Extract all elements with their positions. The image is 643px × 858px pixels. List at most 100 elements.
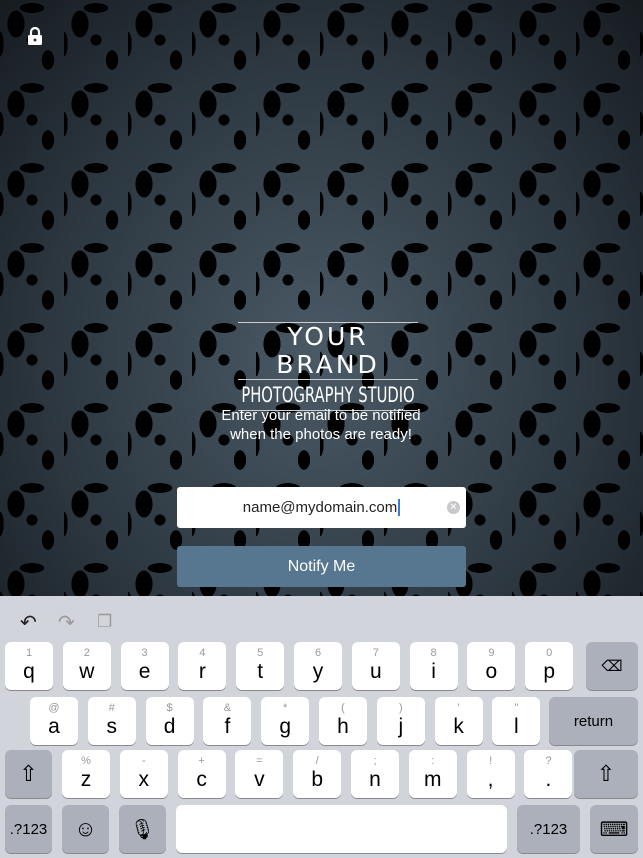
key-h[interactable]: (h: [319, 697, 367, 745]
key-hint: ;: [373, 755, 377, 767]
key-label: c: [196, 768, 207, 791]
key-l[interactable]: " l: [492, 697, 541, 745]
key-label: u: [369, 660, 382, 683]
lock-icon[interactable]: [27, 27, 43, 45]
key-label: s: [106, 715, 118, 738]
brand-logo: YOUR BRAND PHOTOGRAPHY STUDIO: [238, 322, 418, 411]
key-c[interactable]: + c: [177, 750, 226, 798]
numbers-label: .?123: [9, 820, 48, 838]
paste-icon[interactable]: ❐: [97, 612, 112, 632]
key-label: r: [198, 660, 206, 683]
key-hint: ): [398, 702, 403, 714]
key-hint: :: [431, 755, 435, 767]
key-b[interactable]: / b: [293, 750, 342, 798]
return-label: return: [573, 712, 614, 730]
key-m[interactable]: :m: [408, 750, 457, 798]
key-label: i: [431, 660, 436, 683]
emoji-key[interactable]: ☺: [62, 805, 109, 853]
key-label: e: [138, 660, 151, 683]
clear-icon[interactable]: ✕: [447, 501, 460, 514]
key-label: a: [48, 715, 60, 738]
key-k[interactable]: ' k: [434, 697, 483, 745]
key-label: p: [543, 660, 556, 683]
key-hint: ": [514, 702, 519, 714]
key-hint: !: [489, 755, 493, 767]
key-y[interactable]: 6y: [294, 642, 342, 690]
numbers-key-left[interactable]: .?123: [5, 805, 52, 853]
key-label: o: [485, 660, 498, 683]
numbers-key-right[interactable]: .?123: [517, 805, 580, 853]
key-s[interactable]: # s: [87, 697, 136, 745]
key-f[interactable]: & f: [203, 697, 252, 745]
key-hint: $: [166, 702, 173, 714]
key-label: ,: [487, 768, 494, 791]
redo-icon[interactable]: ↷: [58, 610, 75, 635]
key-hint: /: [315, 755, 319, 767]
key-x[interactable]: -x: [119, 750, 168, 798]
key-hint: ?: [545, 755, 552, 767]
key-o[interactable]: 9o: [467, 642, 516, 690]
key-i[interactable]: 8i: [409, 642, 458, 690]
key-hint: 0: [546, 647, 553, 659]
key-.[interactable]: ?.: [524, 750, 573, 798]
key-e[interactable]: 3e: [120, 642, 169, 690]
key-hint: +: [198, 755, 205, 767]
shift-key-right[interactable]: ⇧: [574, 750, 638, 798]
text-cursor: [398, 499, 401, 516]
delete-icon: ⌫: [601, 658, 623, 675]
key-label: y: [312, 660, 324, 683]
key-hint: (: [341, 702, 345, 714]
key-p[interactable]: 0p: [525, 642, 574, 690]
key-hint: ': [457, 702, 460, 714]
key-label: v: [254, 768, 265, 791]
shift-icon: ⇧: [596, 761, 616, 786]
key-hint: =: [256, 755, 263, 767]
key-v[interactable]: = v: [235, 750, 284, 798]
key-hint: %: [81, 755, 91, 767]
dictation-key[interactable]: 🎙: [119, 805, 166, 853]
space-key[interactable]: [176, 805, 507, 853]
key-label: k: [453, 715, 464, 738]
key-hint: #: [108, 702, 115, 714]
email-value: name@mydomain.com: [242, 499, 398, 516]
key-r[interactable]: 4r: [178, 642, 227, 690]
key-t[interactable]: 5t: [236, 642, 285, 690]
dismiss-keyboard-key[interactable]: ⌨: [590, 805, 638, 853]
key-n[interactable]: ; n: [351, 750, 399, 798]
key-hint: 4: [199, 647, 206, 659]
brand-name: YOUR BRAND: [238, 322, 418, 380]
numbers-label: .?123: [529, 820, 568, 838]
keyboard-dismiss-icon: ⌨: [599, 818, 629, 841]
key-hint: 9: [488, 647, 495, 659]
key-q[interactable]: 1q: [5, 642, 53, 690]
delete-key[interactable]: ⌫: [586, 642, 638, 690]
key-label: j: [398, 715, 404, 738]
key-hint: 7: [372, 647, 379, 659]
key-label: f: [224, 715, 231, 738]
return-key[interactable]: return: [549, 697, 638, 745]
email-field[interactable]: name@mydomain.com ✕: [177, 487, 466, 528]
shift-icon: ⇧: [19, 761, 38, 786]
key-g[interactable]: * g: [261, 697, 310, 745]
key-u[interactable]: 7u: [351, 642, 400, 690]
key-hint: @: [48, 702, 60, 714]
key-hint: 8: [430, 647, 437, 659]
key-label: b: [311, 768, 324, 791]
key-label: g: [279, 715, 292, 738]
key-label: z: [80, 768, 92, 791]
key-j[interactable]: ) j: [376, 697, 425, 745]
key-a[interactable]: @ a: [30, 697, 78, 745]
key-w[interactable]: 2w: [62, 642, 111, 690]
emoji-icon: ☺: [74, 816, 97, 841]
key-z[interactable]: % z: [62, 750, 110, 798]
key-label: q: [23, 660, 35, 683]
key-label: n: [369, 768, 381, 791]
key-,[interactable]: !,: [466, 750, 515, 798]
instruction-text: Enter your email to be notified when the …: [170, 406, 472, 444]
key-d[interactable]: $ d: [145, 697, 194, 745]
key-hint: 6: [314, 647, 322, 659]
undo-icon[interactable]: ↶: [20, 610, 37, 635]
key-hint: *: [283, 702, 288, 714]
notify-me-button[interactable]: Notify Me: [177, 546, 466, 587]
shift-key-left[interactable]: ⇧: [5, 750, 52, 798]
